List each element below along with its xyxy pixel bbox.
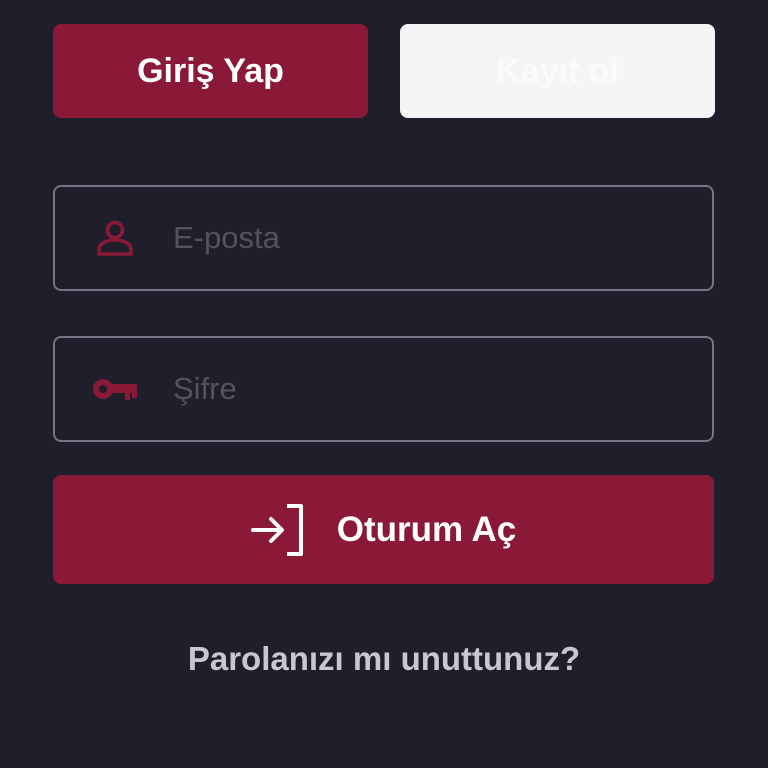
forgot-password-link[interactable]: Parolanızı mı unuttunuz? (0, 640, 768, 678)
sign-in-label: Oturum Aç (336, 509, 517, 549)
email-field-container (53, 185, 714, 291)
sign-in-button[interactable]: Oturum Aç (53, 475, 714, 584)
key-icon (91, 365, 139, 413)
person-icon (91, 214, 139, 262)
login-screen: Giriş Yap Kayıt ol E-posta Oturum Aç Par… (0, 0, 768, 768)
login-arrow-icon (250, 502, 307, 558)
email-input[interactable] (173, 187, 693, 289)
password-input[interactable] (173, 338, 693, 440)
tab-register-label: Kayıt ol (496, 51, 619, 90)
tab-login[interactable]: Giriş Yap (53, 24, 368, 118)
tab-login-label: Giriş Yap (137, 51, 284, 90)
tab-register[interactable]: Kayıt ol (400, 24, 715, 118)
password-field-container (53, 336, 714, 442)
